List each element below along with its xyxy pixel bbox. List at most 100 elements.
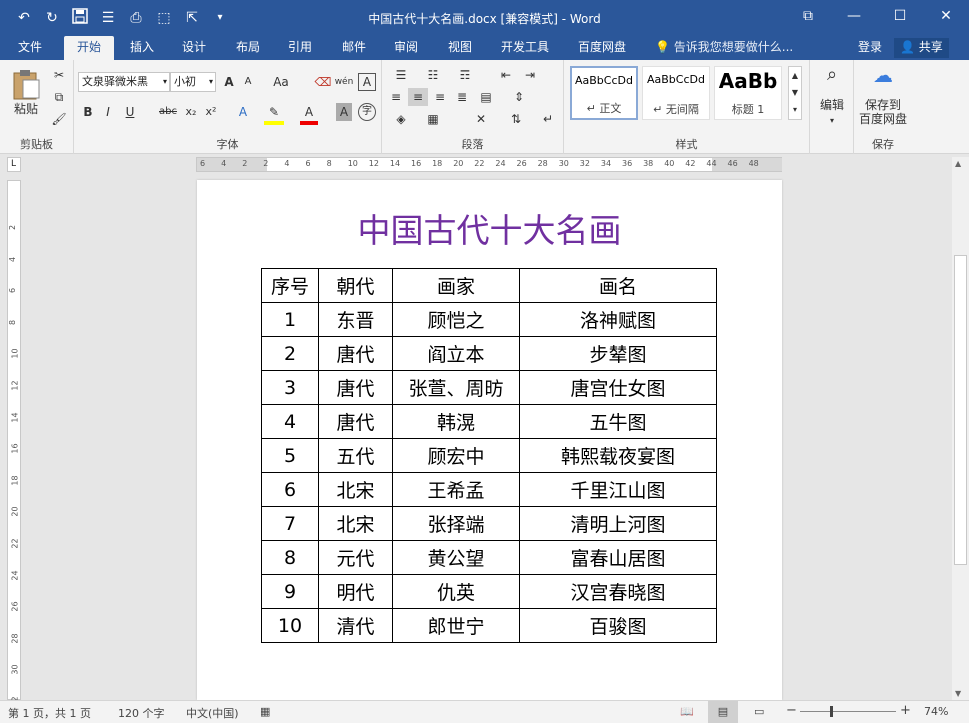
grow-font-button[interactable]: A [220, 73, 238, 91]
ribbon-display-options-icon[interactable]: ⧉ [785, 0, 831, 32]
borders-icon[interactable]: ▦ [420, 110, 446, 128]
format-painter-icon[interactable]: 🖌 [50, 110, 68, 128]
document-page[interactable]: 中国古代十大名画 序号 朝代 画家 画名 1 东晋 顾恺之 洛神赋图 2 唐代 阎立本 步辇图… [197, 180, 782, 700]
font-name-dropdown[interactable]: 文泉驿微米黑 ▾ [78, 72, 170, 92]
tab-developer[interactable]: 开发工具 [494, 36, 556, 60]
ruler-label: 4 [221, 159, 227, 168]
underline-button[interactable]: U [122, 103, 138, 121]
ruler-label: 14 [10, 412, 20, 423]
table-cell: 韩滉 [392, 404, 520, 439]
save-baidu-label-2[interactable]: 百度网盘 [854, 112, 912, 126]
show-marks-icon[interactable]: ↵ [538, 110, 558, 128]
share-button[interactable]: 👤 共享 [894, 38, 949, 58]
bold-button[interactable]: B [80, 103, 96, 121]
chinese-layout-icon[interactable]: ✕ [468, 110, 494, 128]
ruler-label: 44 [706, 159, 717, 168]
tab-insert[interactable]: 插入 [120, 36, 164, 60]
text-effects-button[interactable]: A [234, 103, 252, 121]
zoom-out-button[interactable]: − [786, 703, 797, 718]
shading-icon[interactable]: ◈ [388, 110, 414, 128]
highlight-icon[interactable]: ✎ [264, 103, 284, 125]
italic-button[interactable]: I [100, 103, 116, 121]
copy-icon[interactable]: ⧉ [50, 88, 68, 106]
scrollbar-thumb[interactable] [954, 255, 967, 565]
char-border-button[interactable]: A [358, 73, 376, 91]
table-cell: 北宋 [318, 506, 393, 541]
read-mode-icon[interactable]: 📖 [680, 705, 694, 718]
bullets-icon[interactable]: ☰ [388, 66, 414, 84]
word-count[interactable]: 120 个字 [118, 705, 165, 721]
maximize-icon[interactable]: ☐ [877, 0, 923, 32]
align-right-icon[interactable]: ≡ [430, 88, 450, 106]
zoom-slider-handle[interactable] [830, 706, 833, 717]
clear-format-icon[interactable]: ⌫ [314, 73, 332, 91]
ribbon-tabs: 文件 开始 插入 设计 布局 引用 邮件 审阅 视图 开发工具 百度网盘 💡 告… [0, 36, 969, 60]
minimize-icon[interactable]: — [831, 0, 877, 32]
multilevel-list-icon[interactable]: ☶ [452, 66, 478, 84]
style-heading-1[interactable]: AaBb 标题 1 [714, 66, 782, 120]
font-size-value: 小初 [174, 75, 196, 88]
web-layout-icon[interactable]: ▭ [754, 705, 764, 718]
tell-me-box[interactable]: 💡 告诉我您想要做什么... [655, 36, 793, 60]
styles-group: AaBbCcDd ↵ 正文 AaBbCcDd ↵ 无间隔 AaBb 标题 1 ▲… [564, 60, 810, 154]
enclose-char-button[interactable]: 字 [358, 103, 376, 121]
line-spacing-icon[interactable]: ⇕ [506, 88, 532, 106]
align-center-icon[interactable]: ≡ [408, 88, 428, 106]
align-left-icon[interactable]: ≡ [386, 88, 406, 106]
numbering-icon[interactable]: ☷ [420, 66, 446, 84]
phonetic-guide-button[interactable]: wén [334, 73, 354, 91]
superscript-button[interactable]: x² [202, 103, 220, 121]
print-layout-icon[interactable]: ▤ [708, 701, 738, 723]
styles-scroll[interactable]: ▲ ▼ ▾ [788, 66, 802, 120]
style-no-spacing[interactable]: AaBbCcDd ↵ 无间隔 [642, 66, 710, 120]
close-icon[interactable]: ✕ [923, 0, 969, 32]
ruler-label: 14 [389, 159, 401, 168]
horizontal-ruler[interactable]: 6 4 2 2 4 6 8 10 12 14 16 18 20 22 24 26 28 30 32 34 36 38 40 4… [196, 157, 782, 172]
macro-record-icon[interactable]: ▦ [260, 705, 270, 718]
tab-selector[interactable]: L [7, 157, 21, 172]
style-normal[interactable]: AaBbCcDd ↵ 正文 [570, 66, 638, 120]
tab-design[interactable]: 设计 [172, 36, 216, 60]
table-header-cell: 序号 [261, 268, 319, 303]
increase-indent-icon[interactable]: ⇥ [520, 66, 540, 84]
vertical-ruler[interactable]: 2468101214161820222426283032 [7, 180, 21, 707]
page-count[interactable]: 第 1 页，共 1 页 [8, 705, 91, 721]
tab-layout[interactable]: 布局 [226, 36, 270, 60]
scroll-down-icon[interactable]: ▼ [955, 689, 961, 698]
char-shading-button[interactable]: A [336, 103, 352, 121]
ruler-label: 20 [10, 506, 20, 517]
sign-in-link[interactable]: 登录 [858, 36, 882, 60]
scroll-up-icon[interactable]: ▲ [955, 159, 961, 168]
font-color-button[interactable]: A [300, 103, 318, 125]
tab-review[interactable]: 审阅 [384, 36, 428, 60]
zoom-in-button[interactable]: + [900, 703, 911, 718]
tab-file[interactable]: 文件 [8, 36, 52, 60]
search-icon[interactable]: ⌕ [816, 66, 848, 84]
justify-icon[interactable]: ≣ [452, 88, 472, 106]
sort-icon[interactable]: ⇅ [506, 110, 526, 128]
table-cell: 10 [261, 608, 319, 643]
change-case-button[interactable]: Aa [268, 73, 294, 91]
distributed-icon[interactable]: ▤ [476, 88, 496, 106]
subscript-button[interactable]: x₂ [182, 103, 200, 121]
tab-mailings[interactable]: 邮件 [332, 36, 376, 60]
language[interactable]: 中文(中国) [186, 705, 239, 721]
font-size-dropdown[interactable]: 小初 ▾ [170, 72, 216, 92]
status-bar: 第 1 页，共 1 页 120 个字 中文(中国) ▦ 📖 ▤ ▭ − + 74… [0, 700, 969, 723]
tab-baidu[interactable]: 百度网盘 [570, 36, 634, 60]
save-baidu-label-1[interactable]: 保存到 [854, 98, 912, 112]
tab-references[interactable]: 引用 [278, 36, 322, 60]
tab-home[interactable]: 开始 [64, 36, 114, 60]
zoom-level[interactable]: 74% [924, 705, 948, 718]
vertical-scrollbar[interactable]: ▲ ▼ [952, 157, 969, 700]
table-cell: 唐宫仕女图 [519, 370, 717, 405]
shrink-font-button[interactable]: A [240, 73, 256, 91]
table-cell: 清代 [318, 608, 393, 643]
decrease-indent-icon[interactable]: ⇤ [496, 66, 516, 84]
cut-icon[interactable]: ✂ [50, 66, 68, 84]
zoom-slider[interactable] [800, 711, 896, 712]
tab-view[interactable]: 视图 [438, 36, 482, 60]
ruler-label: 28 [537, 159, 548, 168]
table-cell: 9 [261, 574, 319, 609]
strikethrough-button[interactable]: abc [156, 103, 180, 121]
